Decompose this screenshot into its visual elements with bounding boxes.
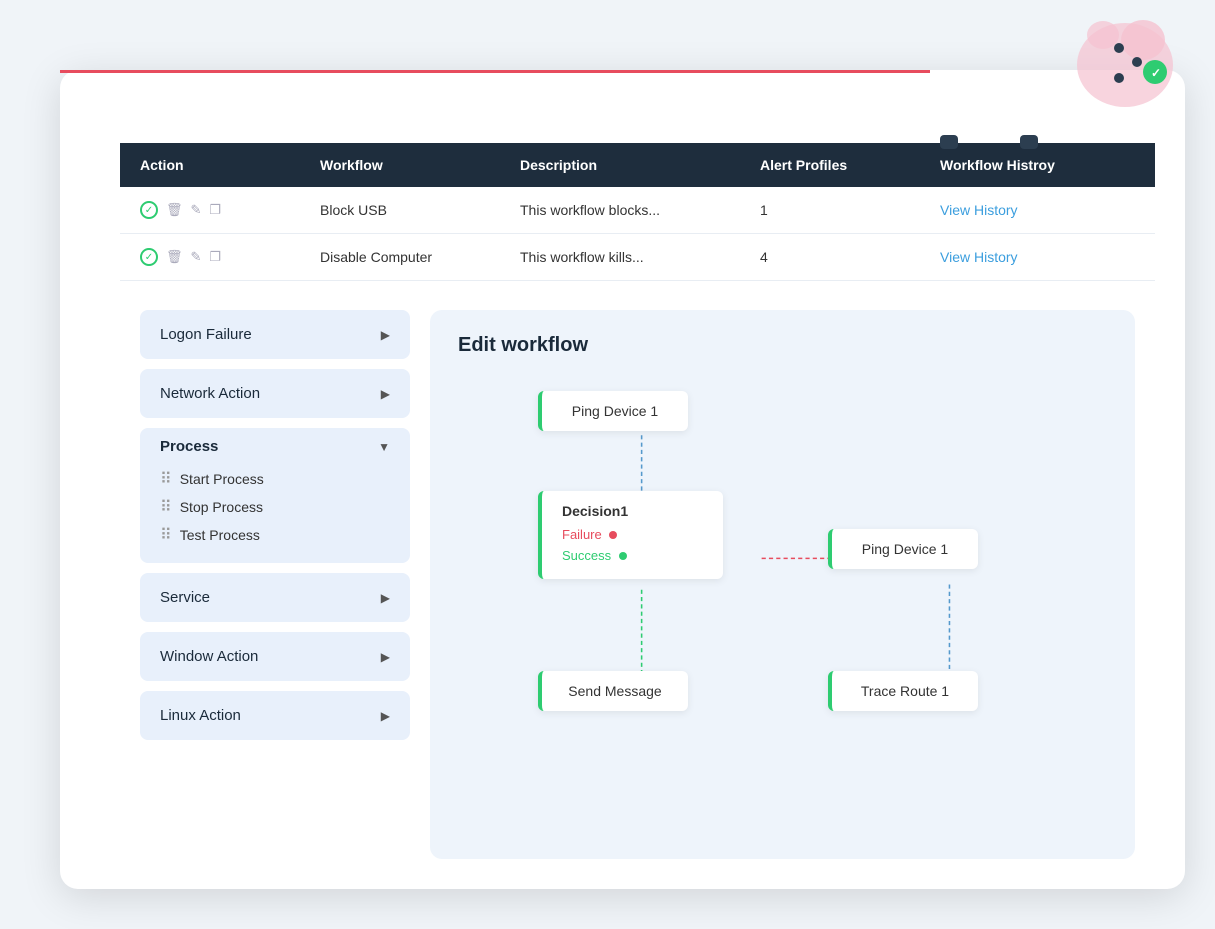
action-icons-row2: ✓ 🗑 ✎ ❐	[140, 248, 320, 266]
status-active-icon-2[interactable]: ✓	[140, 248, 158, 266]
table-row: ✓ 🗑 ✎ ❐ Block USB This workflow blocks..…	[120, 187, 1155, 234]
success-dot	[619, 552, 627, 560]
sidebar-item-label: Logon Failure	[160, 326, 252, 343]
node-trace-route-1[interactable]: Trace Route 1	[828, 671, 978, 711]
table-header: Action Workflow Description Alert Profil…	[120, 143, 1155, 187]
subitem-label: Stop Process	[180, 499, 263, 515]
sidebar-item-window-action[interactable]: Window Action ▶	[140, 632, 410, 681]
view-history-1[interactable]: View History	[940, 202, 1160, 218]
workflow-name-1: Block USB	[320, 202, 520, 218]
col-action: Action	[140, 157, 320, 173]
drag-icon: ⠿	[160, 469, 172, 489]
chevron-right-icon: ▶	[381, 650, 390, 664]
alert-profiles-1: 1	[760, 202, 940, 218]
table-row: ✓ 🗑 ✎ ❐ Disable Computer This workflow k…	[120, 234, 1155, 281]
description-2: This workflow kills...	[520, 249, 760, 265]
process-label: Process	[160, 438, 218, 455]
sidebar-subitem-test-process[interactable]: ⠿ Test Process	[160, 521, 390, 549]
sidebar: Logon Failure ▶ Network Action ▶ Process…	[140, 310, 410, 859]
workflow-title: Edit workflow	[458, 334, 1107, 357]
sidebar-item-label: Service	[160, 589, 210, 606]
sidebar-subitem-stop-process[interactable]: ⠿ Stop Process	[160, 493, 390, 521]
col-workflow: Workflow	[320, 157, 520, 173]
workflow-editor: Edit workflow	[430, 310, 1135, 859]
sidebar-item-network-action[interactable]: Network Action ▶	[140, 369, 410, 418]
col-workflow-history: Workflow Histroy	[940, 157, 1160, 173]
delete-icon-2[interactable]: 🗑	[166, 249, 183, 265]
workflow-canvas: Ping Device 1 Decision1 Failure Success	[458, 381, 1107, 859]
node-label: Ping Device 1	[572, 403, 658, 419]
description-1: This workflow blocks...	[520, 202, 760, 218]
node-ping-device-1b[interactable]: Ping Device 1	[828, 529, 978, 569]
sidebar-item-label: Window Action	[160, 648, 258, 665]
table-section: Action Workflow Description Alert Profil…	[120, 143, 1155, 281]
check-icon: ✓	[145, 205, 153, 216]
blob-decoration: ✓	[1065, 10, 1185, 120]
node-label: Ping Device 1	[862, 541, 948, 557]
view-history-2[interactable]: View History	[940, 249, 1160, 265]
col-description: Description	[520, 157, 760, 173]
sidebar-item-label: Network Action	[160, 385, 260, 402]
node-decision1[interactable]: Decision1 Failure Success	[538, 491, 723, 579]
failure-dot	[609, 531, 617, 539]
decision-label: Decision1	[562, 503, 703, 519]
subitem-label: Start Process	[180, 471, 264, 487]
col-alert-profiles: Alert Profiles	[760, 157, 940, 173]
node-ping-device-1[interactable]: Ping Device 1	[538, 391, 688, 431]
delete-icon[interactable]: 🗑	[166, 202, 183, 218]
workflow-connectors	[458, 381, 1107, 859]
main-card: Action Workflow Description Alert Profil…	[60, 70, 1185, 889]
chevron-right-icon: ▶	[381, 328, 390, 342]
node-send-message[interactable]: Send Message	[538, 671, 688, 711]
chevron-right-icon: ▶	[381, 591, 390, 605]
copy-icon-2[interactable]: ❐	[209, 249, 221, 265]
success-option: Success	[562, 548, 703, 563]
view-history-link-1[interactable]: View History	[940, 202, 1018, 218]
card-handle-left	[940, 135, 958, 149]
card-handle-right	[1020, 135, 1038, 149]
view-history-link-2[interactable]: View History	[940, 249, 1018, 265]
sidebar-item-linux-action[interactable]: Linux Action ▶	[140, 691, 410, 740]
status-active-icon[interactable]: ✓	[140, 201, 158, 219]
action-icons-row1: ✓ 🗑 ✎ ❐	[140, 201, 320, 219]
drag-icon: ⠿	[160, 525, 172, 545]
chevron-right-icon: ▶	[381, 387, 390, 401]
copy-icon[interactable]: ❐	[209, 202, 221, 218]
failure-option: Failure	[562, 527, 703, 542]
drag-icon: ⠿	[160, 497, 172, 517]
node-label: Trace Route 1	[861, 683, 949, 699]
alert-profiles-2: 4	[760, 249, 940, 265]
sidebar-item-logon-failure[interactable]: Logon Failure ▶	[140, 310, 410, 359]
node-label: Send Message	[568, 683, 661, 699]
check-icon-2: ✓	[145, 252, 153, 263]
sidebar-item-process: Process ▼ ⠿ Start Process ⠿ Stop Process…	[140, 428, 410, 563]
sidebar-item-service[interactable]: Service ▶	[140, 573, 410, 622]
bottom-area: Logon Failure ▶ Network Action ▶ Process…	[120, 290, 1155, 889]
sidebar-subitem-start-process[interactable]: ⠿ Start Process	[160, 465, 390, 493]
sidebar-item-label: Linux Action	[160, 707, 241, 724]
process-header[interactable]: Process ▼	[160, 438, 390, 455]
chevron-right-icon: ▶	[381, 709, 390, 723]
edit-icon-2[interactable]: ✎	[191, 249, 202, 265]
subitem-label: Test Process	[180, 527, 260, 543]
workflow-name-2: Disable Computer	[320, 249, 520, 265]
chevron-down-icon: ▼	[378, 440, 390, 454]
edit-icon[interactable]: ✎	[191, 202, 202, 218]
red-accent-line	[60, 70, 930, 73]
svg-text:✓: ✓	[1151, 66, 1161, 80]
